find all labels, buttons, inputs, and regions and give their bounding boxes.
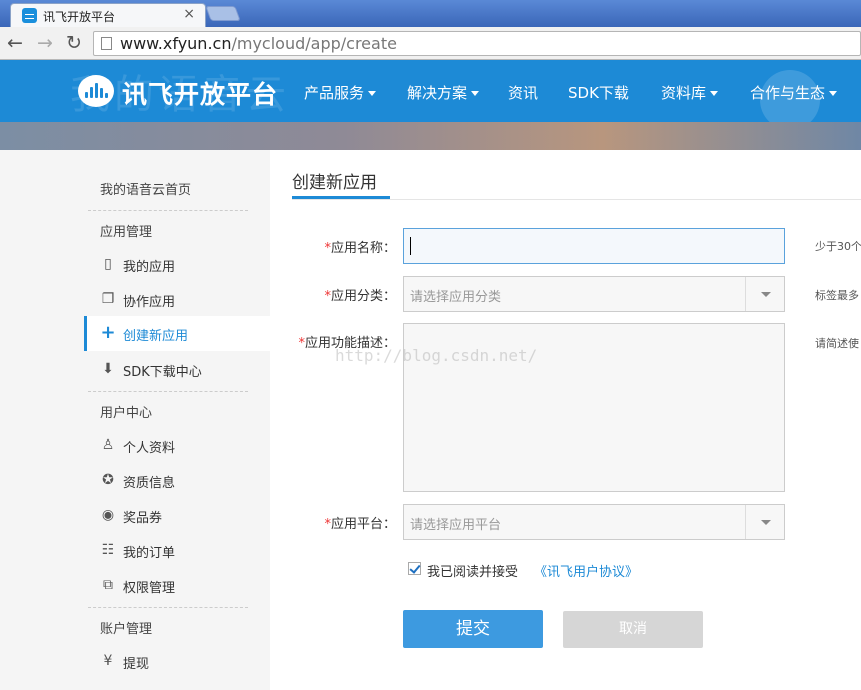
sidebar-item-profile[interactable]: ♙ 个人资料	[84, 428, 270, 463]
sidebar-item-label: 奖品券	[123, 511, 163, 526]
app-platform-label: *应用平台：	[286, 513, 396, 532]
divider	[88, 607, 248, 608]
sidebar-home-link[interactable]: 我的语音云首页	[100, 179, 191, 198]
address-bar[interactable]: www.xfyun.cn/mycloud/app/create	[93, 31, 861, 56]
sidebar-item-label: 个人资料	[123, 441, 176, 456]
sidebar-item-label: 创建新应用	[123, 329, 189, 344]
nav-solutions[interactable]: 解决方案	[407, 82, 480, 103]
yuan-icon: ¥	[103, 653, 113, 669]
url-text[interactable]: www.xfyun.cn/mycloud/app/create	[120, 34, 397, 54]
sidebar-item-qualification[interactable]: ✪ 资质信息	[84, 463, 270, 498]
sidebar-item-sdk-center[interactable]: ⬇ SDK下载中心	[84, 352, 270, 387]
url-host: www.xfyun.cn	[120, 34, 232, 53]
label-text: 应用名称：	[330, 241, 396, 256]
close-tab-icon[interactable]: ×	[183, 6, 195, 22]
award-icon: ✪	[102, 472, 114, 488]
title-divider	[292, 199, 861, 200]
back-icon[interactable]: ←	[7, 32, 23, 54]
sidebar-item-label: 协作应用	[123, 295, 176, 310]
nav-label: 产品服务	[304, 84, 365, 102]
app-category-hint: 标签最多	[815, 289, 859, 302]
user-icon: ♙	[101, 437, 115, 453]
label-text: 应用平台：	[330, 517, 396, 532]
title-underline	[292, 196, 390, 199]
blog-watermark: http://blog.csdn.net/	[335, 346, 538, 365]
tab-title: 讯飞开放平台	[43, 10, 116, 24]
logo-icon[interactable]	[78, 75, 114, 107]
sidebar-item-coupons[interactable]: ◉ 奖品券	[84, 498, 270, 533]
sidebar-section-account: 账户管理	[100, 622, 153, 637]
app-name-hint: 少于30个	[815, 240, 861, 253]
sidebar-item-permissions[interactable]: ⧉ 权限管理	[84, 568, 270, 603]
caret-down-icon	[368, 91, 377, 96]
phone-icon: ▯	[104, 256, 112, 272]
order-icon: ☷	[101, 542, 115, 558]
forward-icon[interactable]: →	[37, 32, 53, 54]
sidebar-item-collab-apps[interactable]: ❐ 协作应用	[84, 282, 270, 317]
app-desc-hint: 请简述使	[815, 337, 859, 350]
sidebar-section-apps: 应用管理	[100, 225, 153, 240]
sidebar-item-my-apps[interactable]: ▯ 我的应用	[84, 247, 270, 282]
sidebar-item-label: 提现	[123, 657, 150, 672]
divider	[88, 210, 248, 211]
user-agreement-link[interactable]: 《讯飞用户协议》	[534, 561, 638, 580]
download-icon: ⬇	[102, 361, 114, 377]
site-favicon-icon	[22, 8, 37, 23]
reload-icon[interactable]: ↻	[66, 32, 82, 54]
label-text: 应用分类：	[330, 289, 396, 304]
caret-down-icon	[829, 91, 838, 96]
header-decoration	[760, 70, 820, 122]
text-cursor	[410, 237, 411, 255]
plus-icon: +	[100, 322, 116, 343]
browser-toolbar: ← → ↻ www.xfyun.cn/mycloud/app/create	[0, 27, 861, 60]
page-icon	[101, 37, 112, 50]
permission-icon: ⧉	[103, 577, 113, 593]
caret-down-icon	[710, 91, 719, 96]
sidebar-item-create-app[interactable]: + 创建新应用	[84, 316, 270, 351]
agree-text: 我已阅读并接受	[427, 565, 519, 580]
copy-icon: ❐	[101, 291, 115, 307]
sidebar: 我的语音云首页 应用管理 ▯ 我的应用 ❐ 协作应用 + 创建新应用 ⬇ SDK…	[0, 150, 270, 690]
nav-library[interactable]: 资料库	[661, 82, 719, 103]
browser-tab[interactable]: 讯飞开放平台 ×	[10, 3, 206, 27]
nav-label: 解决方案	[407, 84, 468, 102]
cancel-button[interactable]: 取消	[563, 611, 703, 648]
sidebar-item-label: SDK下载中心	[123, 365, 202, 380]
sidebar-item-label: 我的订单	[123, 546, 176, 561]
app-name-input[interactable]	[403, 228, 785, 264]
nav-label: 资讯	[508, 84, 539, 102]
chevron-down-icon[interactable]	[745, 277, 784, 311]
sidebar-item-label: 权限管理	[123, 581, 176, 596]
app-platform-select[interactable]: 请选择应用平台	[403, 504, 785, 540]
sidebar-section-user: 用户中心	[100, 406, 153, 421]
sidebar-item-label: 我的应用	[123, 260, 176, 275]
new-tab-button[interactable]	[205, 6, 241, 21]
chevron-down-icon[interactable]	[745, 505, 784, 539]
sidebar-item-orders[interactable]: ☷ 我的订单	[84, 533, 270, 568]
nav-label: SDK下载	[568, 84, 629, 102]
nav-news[interactable]: 资讯	[508, 82, 538, 103]
browser-tab-bar: 讯飞开放平台 ×	[0, 0, 861, 27]
select-placeholder: 请选择应用平台	[410, 518, 502, 533]
site-header: 我的语音云 讯飞开放平台 产品服务 解决方案 资讯 SDK下载 资料库 合作与生…	[0, 60, 861, 122]
url-path: /mycloud/app/create	[231, 34, 397, 53]
agree-checkbox[interactable]	[408, 562, 421, 575]
select-placeholder: 请选择应用分类	[410, 290, 502, 305]
app-category-label: *应用分类：	[286, 285, 396, 304]
submit-button[interactable]: 提交	[403, 610, 543, 648]
app-name-label: *应用名称：	[286, 237, 396, 256]
logo-text[interactable]: 讯飞开放平台	[122, 75, 278, 111]
nav-sdk-download[interactable]: SDK下载	[568, 82, 629, 103]
divider	[88, 391, 248, 392]
nav-label: 资料库	[661, 84, 707, 102]
sidebar-item-label: 资质信息	[123, 476, 176, 491]
page-title: 创建新应用	[292, 173, 377, 193]
caret-down-icon	[471, 91, 480, 96]
banner-strip	[0, 122, 861, 150]
app-category-select[interactable]: 请选择应用分类	[403, 276, 785, 312]
coupon-icon: ◉	[101, 507, 115, 523]
sidebar-item-withdraw[interactable]: ¥ 提现	[84, 644, 270, 679]
nav-products[interactable]: 产品服务	[304, 82, 377, 103]
